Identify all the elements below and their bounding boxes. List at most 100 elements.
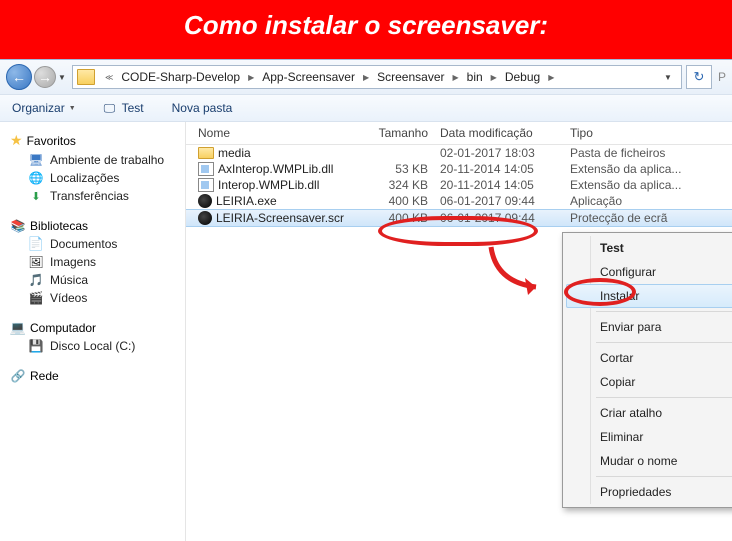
chevron-right-icon[interactable]: ▶: [485, 73, 503, 82]
sidebar-locations[interactable]: Localizações: [6, 169, 179, 187]
file-size: 324 KB: [366, 178, 440, 192]
sidebar-music[interactable]: Música: [6, 271, 179, 289]
folder-icon: [77, 69, 95, 85]
test-button[interactable]: 🖵Test: [104, 101, 144, 115]
file-list: Nome Tamanho Data modificação Tipo media…: [186, 122, 732, 541]
sidebar-local-disk[interactable]: Disco Local (C:): [6, 337, 179, 355]
image-icon: [28, 255, 44, 269]
file-name: Interop.WMPLib.dll: [218, 178, 319, 192]
ctx-install[interactable]: Instalar: [566, 284, 732, 308]
chevron-right-icon[interactable]: ▶: [242, 73, 260, 82]
instruction-banner: Como instalar o screensaver:: [0, 0, 732, 59]
globe-icon: [28, 171, 44, 185]
column-name[interactable]: Nome: [186, 126, 366, 140]
document-icon: [28, 237, 44, 251]
ctx-shortcut[interactable]: Criar atalho: [566, 401, 732, 425]
file-row[interactable]: Interop.WMPLib.dll 324 KB20-11-2014 14:05…: [186, 177, 732, 193]
chevron-right-icon[interactable]: ▶: [357, 73, 375, 82]
sidebar-images[interactable]: Imagens: [6, 253, 179, 271]
ctx-properties[interactable]: Propriedades: [566, 480, 732, 504]
file-size: 400 KB: [366, 194, 440, 208]
breadcrumb[interactable]: ≪ CODE-Sharp-Develop ▶ App-Screensaver ▶…: [72, 65, 682, 89]
address-dropdown[interactable]: ▼: [659, 73, 677, 82]
file-date: 06-01-2017 09:44: [440, 194, 570, 208]
file-row[interactable]: LEIRIA-Screensaver.scr400 KB06-01-2017 0…: [186, 209, 732, 227]
ctx-rename[interactable]: Mudar o nome: [566, 449, 732, 473]
chevron-down-icon: ▼: [69, 105, 76, 112]
sidebar-videos[interactable]: Vídeos: [6, 289, 179, 307]
file-row[interactable]: LEIRIA.exe 400 KB06-01-2017 09:44Aplicaçã…: [186, 193, 732, 209]
search-box-edge[interactable]: P: [714, 70, 726, 84]
download-icon: [28, 189, 44, 203]
sidebar-desktop[interactable]: 🖥Ambiente de trabalho: [6, 151, 179, 169]
explorer-window: ← → ▼ ≪ CODE-Sharp-Develop ▶ App-Screens…: [0, 59, 732, 541]
file-row[interactable]: AxInterop.WMPLib.dll 53 KB20-11-2014 14:0…: [186, 161, 732, 177]
crumb-0[interactable]: CODE-Sharp-Develop: [119, 68, 242, 86]
disk-icon: [28, 339, 44, 353]
file-name: media: [218, 146, 251, 160]
crumb-3[interactable]: bin: [465, 68, 485, 86]
star-icon: ★: [10, 132, 23, 149]
crumb-1[interactable]: App-Screensaver: [260, 68, 357, 86]
desktop-icon: 🖥: [28, 153, 44, 167]
chevron-right-icon[interactable]: ▶: [447, 73, 465, 82]
file-date: 20-11-2014 14:05: [440, 178, 570, 192]
ctx-copy[interactable]: Copiar: [566, 370, 732, 394]
libraries-group[interactable]: 📚Bibliotecas: [6, 217, 179, 235]
network-group[interactable]: Rede: [6, 367, 179, 385]
sidebar: ★Favoritos 🖥Ambiente de trabalho Localiz…: [0, 122, 186, 541]
ctx-configure[interactable]: Configurar: [566, 260, 732, 284]
file-type: Aplicação: [570, 194, 732, 208]
annotation-arrow: [481, 242, 551, 302]
network-icon: [10, 369, 26, 383]
new-folder-button[interactable]: Nova pasta: [172, 101, 233, 115]
file-date: 06-01-2017 09:44: [440, 211, 570, 225]
computer-group[interactable]: Computador: [6, 319, 179, 337]
toolbar: Organizar ▼ 🖵Test Nova pasta: [0, 95, 732, 122]
sidebar-downloads[interactable]: Transferências: [6, 187, 179, 205]
ctx-send-to[interactable]: Enviar para▶: [566, 315, 732, 339]
ctx-delete[interactable]: Eliminar: [566, 425, 732, 449]
separator: [596, 342, 732, 343]
file-type: Extensão da aplica...: [570, 178, 732, 192]
refresh-button[interactable]: ↻: [686, 65, 712, 89]
music-icon: [28, 273, 44, 287]
context-menu: Test Configurar Instalar Enviar para▶ Co…: [562, 232, 732, 508]
exe-icon: [198, 211, 212, 225]
dll-icon: [198, 178, 214, 192]
column-size[interactable]: Tamanho: [366, 126, 440, 140]
library-icon: 📚: [10, 219, 26, 233]
file-name: LEIRIA.exe: [216, 194, 277, 208]
file-type: Protecção de ecrã: [570, 211, 732, 225]
file-name: LEIRIA-Screensaver.scr: [216, 211, 344, 225]
file-row[interactable]: media 02-01-2017 18:03Pasta de ficheiros: [186, 145, 732, 161]
favorites-group[interactable]: ★Favoritos: [6, 130, 179, 151]
crumb-4[interactable]: Debug: [503, 68, 542, 86]
nav-history-dropdown[interactable]: ▼: [56, 73, 68, 82]
chevron-right-icon[interactable]: ▶: [542, 73, 560, 82]
computer-icon: [10, 321, 26, 335]
file-size: 53 KB: [366, 162, 440, 176]
separator: [596, 476, 732, 477]
forward-button[interactable]: →: [34, 66, 56, 88]
address-bar: ← → ▼ ≪ CODE-Sharp-Develop ▶ App-Screens…: [0, 60, 732, 95]
file-date: 20-11-2014 14:05: [440, 162, 570, 176]
chevron-right-icon[interactable]: ≪: [99, 73, 119, 82]
dll-icon: [198, 162, 214, 176]
file-type: Extensão da aplica...: [570, 162, 732, 176]
column-modified[interactable]: Data modificação: [440, 126, 570, 140]
crumb-2[interactable]: Screensaver: [375, 68, 446, 86]
ctx-test[interactable]: Test: [566, 236, 732, 260]
back-button[interactable]: ←: [6, 64, 32, 90]
sidebar-documents[interactable]: Documentos: [6, 235, 179, 253]
ctx-cut[interactable]: Cortar: [566, 346, 732, 370]
organize-menu[interactable]: Organizar ▼: [12, 101, 76, 115]
file-date: 02-01-2017 18:03: [440, 146, 570, 160]
separator: [596, 397, 732, 398]
video-icon: [28, 291, 44, 305]
exe-icon: [198, 194, 212, 208]
file-type: Pasta de ficheiros: [570, 146, 732, 160]
file-name: AxInterop.WMPLib.dll: [218, 162, 333, 176]
test-icon: 🖵: [104, 101, 118, 115]
column-type[interactable]: Tipo: [570, 126, 732, 140]
